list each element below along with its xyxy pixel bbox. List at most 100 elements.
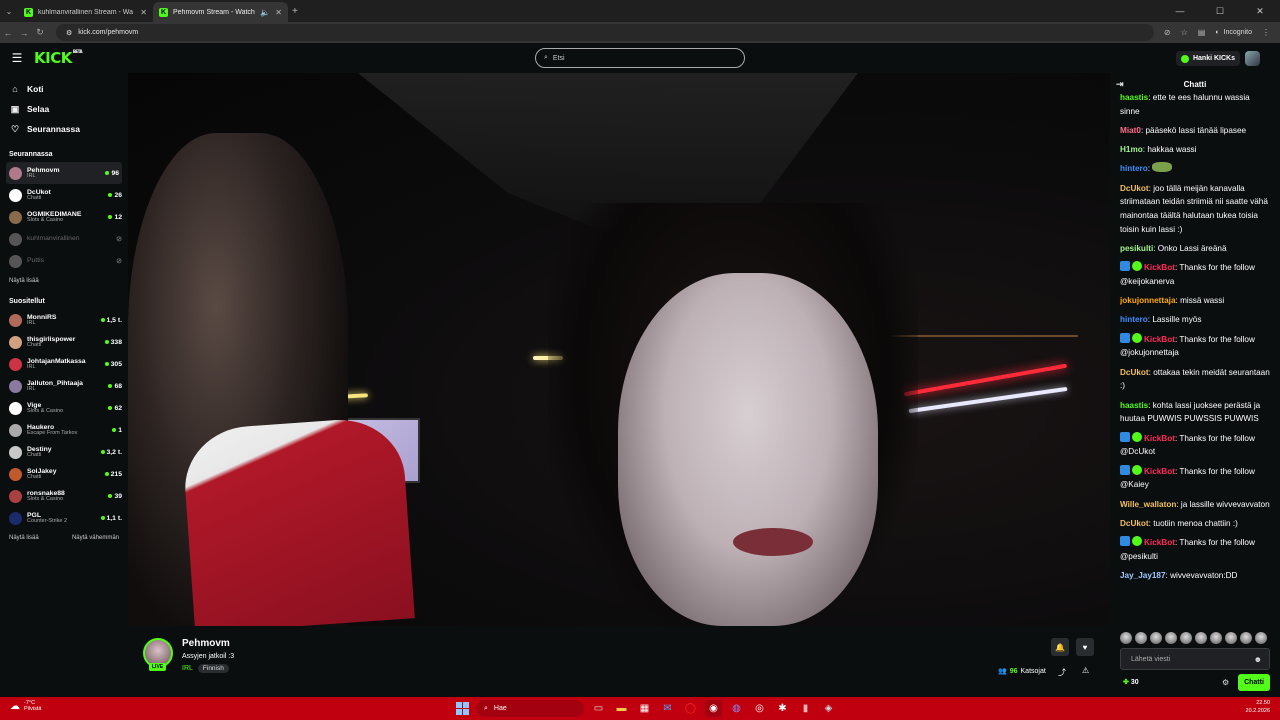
kick-logo[interactable]: KICKBETA	[34, 49, 83, 67]
chat-username[interactable]: KickBot	[1144, 467, 1175, 476]
nav-home[interactable]: ⌂ Koti	[0, 79, 128, 99]
sidebar-channel[interactable]: MonniRS IRL 1,5 t.	[0, 309, 128, 331]
follow-heart-button[interactable]: ♥	[1076, 638, 1094, 656]
sidebar-channel[interactable]: Haukero Escape From Tarkov 1	[0, 419, 128, 441]
show-less-link[interactable]: Näytä vähemmän	[72, 535, 119, 541]
show-more-link[interactable]: Näytä lisää	[9, 278, 39, 284]
steam-icon[interactable]: ◈	[820, 700, 837, 717]
new-tab-icon[interactable]: +	[292, 6, 298, 17]
back-icon[interactable]: ←	[0, 28, 16, 38]
streamer-name[interactable]: Pehmovm	[182, 638, 230, 649]
minimize-icon[interactable]: —	[1160, 0, 1200, 22]
avatar	[9, 467, 22, 481]
media-icon[interactable]: ▮	[797, 700, 814, 717]
chat-username[interactable]: pesikulti	[1120, 244, 1153, 253]
mail-icon[interactable]: ✉	[659, 700, 676, 717]
show-more-link[interactable]: Näytä lisää	[9, 535, 39, 541]
tab-list-icon[interactable]: ⌄	[0, 2, 18, 20]
nav-following[interactable]: ♡ Seurannassa	[0, 119, 128, 139]
obs-icon[interactable]: ◎	[751, 700, 768, 717]
chat-username[interactable]: Miat0	[1120, 126, 1141, 135]
chat-username[interactable]: KickBot	[1144, 263, 1175, 272]
chat-username[interactable]: KickBot	[1144, 434, 1175, 443]
report-warning-icon[interactable]: ⚠	[1082, 666, 1089, 675]
forward-icon[interactable]: →	[16, 28, 32, 38]
tab-kuhlmanvirallinen[interactable]: K kuhlmanvirallinen Stream - Wa ✕	[18, 2, 153, 22]
site-info-icon[interactable]: ⚙	[66, 29, 72, 37]
close-tab-icon[interactable]: ✕	[275, 8, 282, 17]
hamburger-menu-icon[interactable]: ☰	[0, 51, 34, 65]
chat-username[interactable]: haastis	[1120, 401, 1148, 410]
chat-messages[interactable]: haastis: ette te ees halunnu wassia sinn…	[1120, 91, 1270, 626]
chat-username[interactable]: KickBot	[1144, 538, 1175, 547]
chat-username[interactable]: Wille_wallaton	[1120, 500, 1176, 509]
sidebar-channel[interactable]: ronsnake88 Slots & Casino 39	[0, 485, 128, 507]
chat-username[interactable]: H1mo	[1120, 145, 1143, 154]
share-icon[interactable]: ⤴	[1058, 667, 1066, 678]
channel-points[interactable]: ✤ 30	[1123, 678, 1139, 687]
user-avatar[interactable]	[1245, 51, 1260, 66]
sidebar-channel[interactable]: SolJakey Chatti 215	[0, 463, 128, 485]
url-field[interactable]: ⚙ kick.com/pehmovm	[56, 24, 1154, 41]
incognito-indicator[interactable]: ◐ Incognito	[1215, 29, 1252, 36]
emoji-icon[interactable]: ☻	[1254, 655, 1262, 664]
language-tag[interactable]: Finnish	[197, 664, 229, 673]
chat-username[interactable]: haastis	[1120, 93, 1148, 102]
bookmark-star-icon[interactable]: ☆	[1181, 28, 1188, 37]
stream-category[interactable]: IRL	[182, 665, 193, 672]
sidebar-channel[interactable]: DcUkot Chatti 26	[0, 184, 128, 206]
chat-username[interactable]: hintero	[1120, 315, 1148, 324]
sidebar-channel[interactable]: OGMIKEDIMANE Slots & Casino 12	[0, 206, 128, 228]
chat-username[interactable]: KickBot	[1144, 335, 1175, 344]
sidebar-channel[interactable]: Puttis ⊘	[0, 250, 128, 272]
chat-username[interactable]: Jay_Jay187	[1120, 571, 1166, 580]
notification-bell-button[interactable]: 🔔	[1051, 638, 1069, 656]
get-kicks-button[interactable]: Hanki KICKs	[1175, 51, 1240, 66]
speaker-icon[interactable]: 🔈	[260, 8, 270, 17]
chat-username[interactable]: DcUkot	[1120, 184, 1149, 193]
sidebar-channel[interactable]: Jalluton_Pihtaaja IRL 68	[0, 375, 128, 397]
tab-pehmovm[interactable]: K Pehmovm Stream - Watch 🔈 ✕	[153, 2, 288, 22]
sidebar-channel[interactable]: Destiny Chatti 3,2 t.	[0, 441, 128, 463]
chat-message: hintero:	[1120, 162, 1270, 176]
chrome-icon[interactable]: ◉	[705, 700, 722, 717]
extensions-icon[interactable]: ▤	[1198, 28, 1206, 37]
taskbar-search[interactable]: ⌕ Hae	[476, 700, 584, 717]
offline-icon: ⊘	[116, 236, 122, 243]
menu-dots-icon[interactable]: ⋮	[1262, 28, 1270, 37]
close-window-icon[interactable]: ✕	[1240, 0, 1280, 22]
sidebar-channel[interactable]: thisgirlispower Chatti 338	[0, 331, 128, 353]
chat-username[interactable]: DcUkot	[1120, 368, 1149, 377]
channel-name: Pehmovm	[27, 166, 60, 174]
chat-username[interactable]: jokujonnettaja	[1120, 296, 1176, 305]
weather-widget[interactable]: ☁ -7°C Pilvistä	[10, 700, 41, 712]
chat-send-button[interactable]: Chatti	[1238, 674, 1270, 691]
channel-category: Slots & Casino	[27, 495, 64, 502]
close-tab-icon[interactable]: ✕	[140, 8, 147, 17]
chat-username[interactable]: hintero	[1120, 164, 1148, 173]
windows-start-icon[interactable]	[456, 702, 469, 715]
reload-icon[interactable]: ↻	[32, 27, 48, 38]
chat-input[interactable]: Lähetä viesti ☻	[1120, 648, 1270, 670]
collapse-chat-icon[interactable]: ⇥	[1116, 79, 1124, 90]
system-clock[interactable]: 22.50 20.2.2026	[1246, 700, 1270, 715]
sidebar-channel[interactable]: kuhlmanvirallinen ⊘	[0, 228, 128, 250]
bell-icon: 🔔	[1055, 642, 1065, 652]
sidebar-channel[interactable]: Pehmovm IRL 96	[6, 162, 122, 184]
chat-username[interactable]: DcUkot	[1120, 519, 1149, 528]
sidebar-channel[interactable]: PGL Counter-Strike 2 1,1 t.	[0, 507, 128, 529]
file-explorer-icon[interactable]: ▬	[613, 700, 630, 717]
task-view-icon[interactable]: ▭	[590, 700, 607, 717]
eye-off-icon[interactable]: ⊘	[1164, 28, 1171, 37]
app-icon[interactable]: ✱	[774, 700, 791, 717]
opera-icon[interactable]: ◯	[682, 700, 699, 717]
maximize-icon[interactable]: ☐	[1200, 0, 1240, 22]
video-player[interactable]	[128, 73, 1110, 626]
sidebar-channel[interactable]: JohtajanMatkassa IRL 305	[0, 353, 128, 375]
discord-icon[interactable]: ◍	[728, 700, 745, 717]
chat-settings-gear-icon[interactable]: ⚙	[1222, 678, 1229, 687]
search-input[interactable]: ⌕ Etsi	[535, 48, 745, 68]
sidebar-channel[interactable]: Vige Slots & Casino 62	[0, 397, 128, 419]
nav-browse[interactable]: ▣ Selaa	[0, 99, 128, 119]
store-icon[interactable]: ▦	[636, 700, 653, 717]
